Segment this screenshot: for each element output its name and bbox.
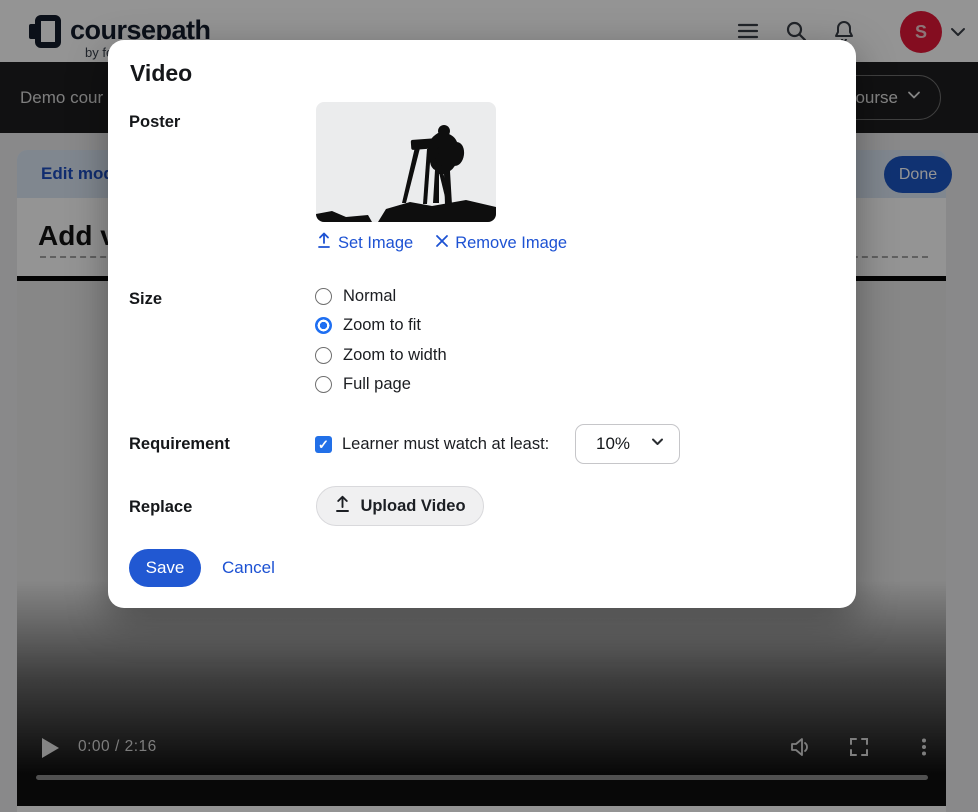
size-option-normal[interactable]: Normal [315, 286, 396, 306]
cancel-button[interactable]: Cancel [222, 558, 275, 578]
video-settings-modal: Video Poster [108, 40, 856, 608]
poster-label: Poster [129, 113, 180, 132]
upload-video-button[interactable]: Upload Video [316, 486, 484, 526]
poster-image [316, 102, 496, 222]
close-icon [435, 234, 449, 253]
watch-percentage-select[interactable]: 10% [575, 424, 680, 464]
radio-icon[interactable] [315, 288, 332, 305]
remove-image-label: Remove Image [455, 234, 567, 253]
size-option-full-page[interactable]: Full page [315, 374, 411, 394]
radio-icon[interactable] [315, 376, 332, 393]
size-option-label: Normal [343, 287, 396, 306]
set-image-link[interactable]: Set Image [316, 232, 413, 254]
requirement-row: ✓ Learner must watch at least: [315, 435, 549, 453]
size-option-zoom-to-width[interactable]: Zoom to width [315, 345, 447, 365]
size-label: Size [129, 290, 162, 309]
requirement-label: Requirement [129, 435, 230, 454]
replace-label: Replace [129, 498, 192, 517]
upload-video-label: Upload Video [360, 497, 465, 516]
size-option-label: Zoom to width [343, 346, 447, 365]
remove-image-link[interactable]: Remove Image [435, 232, 567, 254]
upload-icon [334, 495, 351, 518]
size-option-zoom-to-fit[interactable]: Zoom to fit [315, 315, 421, 335]
app-screen: coursepath by fello S Demo cour Course [0, 0, 978, 812]
requirement-checkbox-label: Learner must watch at least: [342, 435, 549, 454]
select-value: 10% [596, 434, 630, 454]
upload-icon [316, 232, 332, 254]
radio-icon[interactable] [315, 347, 332, 364]
size-option-label: Full page [343, 375, 411, 394]
save-button[interactable]: Save [129, 549, 201, 587]
modal-title: Video [130, 60, 192, 87]
size-option-label: Zoom to fit [343, 316, 421, 335]
select-chevron-down-icon [650, 434, 665, 454]
set-image-label: Set Image [338, 234, 413, 253]
radio-checked-icon[interactable] [315, 317, 332, 334]
checkbox-checked-icon[interactable]: ✓ [315, 436, 332, 453]
